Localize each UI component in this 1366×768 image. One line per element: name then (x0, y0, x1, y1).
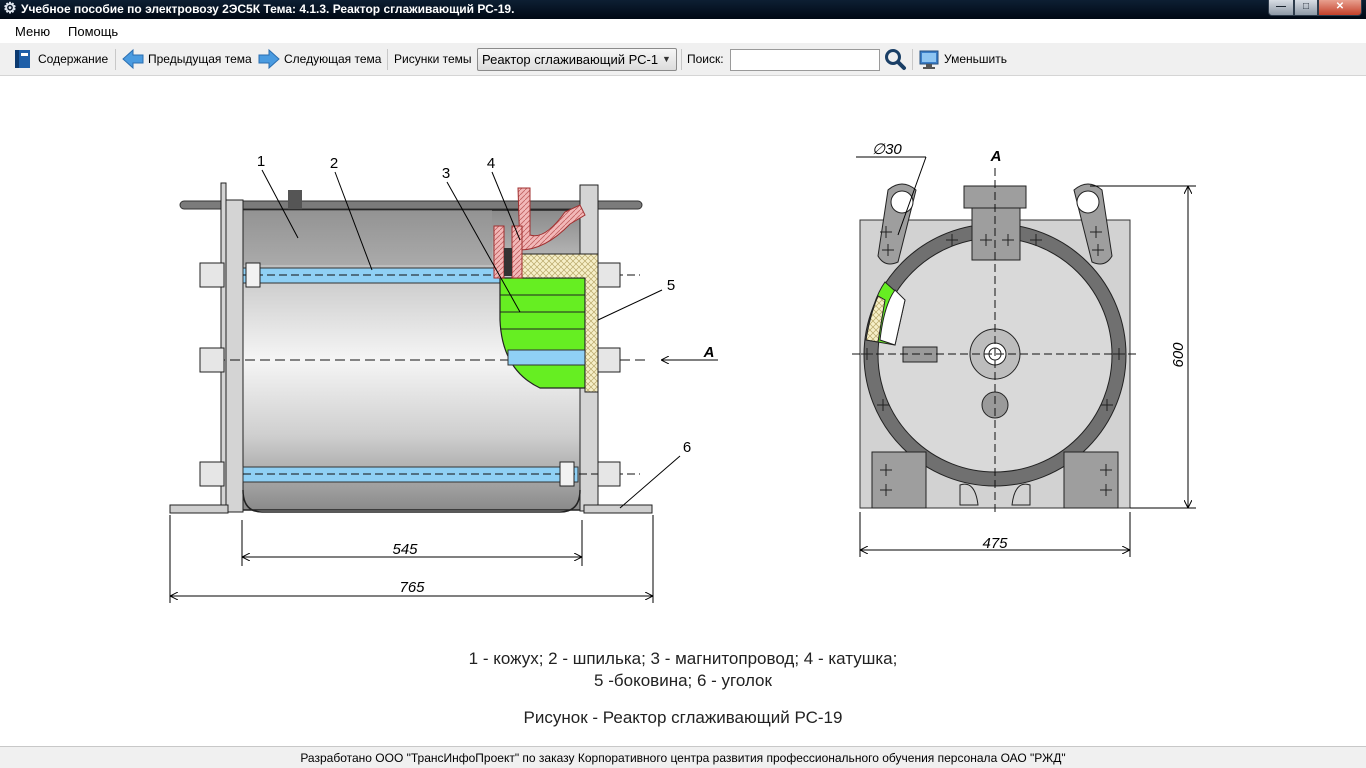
minimize-button[interactable]: — (1268, 0, 1294, 16)
legend-line-1: 1 - кожух; 2 - шпилька; 3 - магнитопрово… (468, 649, 898, 668)
next-topic-button[interactable]: Следующая тема (257, 43, 381, 75)
toolbar-separator (115, 49, 116, 70)
contents-label: Содержание (38, 52, 109, 66)
book-icon (15, 50, 30, 68)
dimension-d30: ∅30 (872, 141, 902, 158)
chevron-down-icon: ▼ (662, 54, 671, 64)
footer-credits: Разработано ООО "ТрансИнфоПроект" по зак… (0, 746, 1366, 768)
menu-item-help[interactable]: Помощь (68, 24, 118, 39)
figure-select[interactable]: Реактор сглаживающий РС-1 ▼ (477, 48, 677, 71)
search-icon (885, 49, 906, 70)
toolbar-separator (912, 49, 913, 70)
arrow-label-a: А (703, 344, 715, 361)
dimension-765: 765 (399, 579, 425, 596)
prev-topic-label: Предыдущая тема (148, 52, 252, 66)
menu-item-menu[interactable]: Меню (15, 24, 50, 39)
prev-topic-button[interactable]: Предыдущая тема (121, 43, 252, 75)
figure-caption: Рисунок - Реактор сглаживающий РС-19 (523, 708, 843, 727)
figure-select-value: Реактор сглаживающий РС-1 (482, 52, 659, 67)
dimension-475: 475 (982, 535, 1008, 552)
shrink-button[interactable]: Уменьшить (918, 43, 1007, 75)
toolbar: Содержание Предыдущая тема Следующая тем… (0, 43, 1366, 76)
gear-icon[interactable]: ⚙ (2, 1, 18, 17)
callout-6: 6 (683, 439, 691, 456)
front-view (852, 156, 1196, 557)
callout-3: 3 (442, 165, 450, 182)
contents-button[interactable]: Содержание (12, 43, 108, 75)
dimension-600: 600 (1170, 342, 1187, 368)
search-input[interactable] (730, 49, 880, 71)
side-view (169, 169, 718, 603)
window-controls: — □ ✕ (1268, 0, 1362, 17)
window-titlebar: ⚙ Учебное пособие по электровозу 2ЭС5К Т… (0, 0, 1366, 19)
figures-label: Рисунки темы (394, 52, 472, 66)
legend-line-2: 5 -боковина; 6 - уголок (594, 671, 772, 690)
view-label-a: А (990, 148, 1002, 165)
callout-5: 5 (667, 277, 675, 294)
figure-area: 1 2 3 4 5 6 А 545 765 ∅30 А 475 600 1 - … (0, 77, 1366, 745)
search-button[interactable] (883, 43, 907, 75)
shrink-label: Уменьшить (944, 52, 1007, 66)
toolbar-separator (681, 49, 682, 70)
dimension-545: 545 (392, 541, 418, 558)
menu-bar: Меню Помощь (0, 19, 1366, 43)
next-topic-label: Следующая тема (284, 52, 382, 66)
callout-4: 4 (487, 155, 495, 172)
arrow-left-icon (122, 48, 144, 70)
close-button[interactable]: ✕ (1318, 0, 1362, 16)
maximize-button[interactable]: □ (1294, 0, 1318, 16)
arrow-right-icon (258, 48, 280, 70)
monitor-icon (919, 50, 939, 69)
callout-2: 2 (330, 155, 338, 172)
search-label: Поиск: (687, 52, 724, 66)
callout-1: 1 (257, 153, 265, 170)
window-title: Учебное пособие по электровозу 2ЭС5К Тем… (21, 2, 515, 16)
toolbar-separator (387, 49, 388, 70)
reactor-drawing: 1 2 3 4 5 6 А 545 765 ∅30 А 475 600 (169, 141, 1196, 603)
